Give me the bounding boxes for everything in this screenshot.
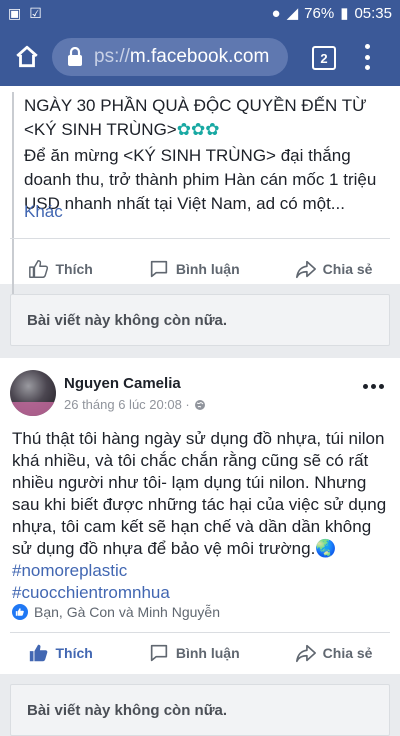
- battery-percent: 76%: [304, 4, 335, 22]
- share-icon: [295, 260, 316, 279]
- post-actions: Thích Bình luận Chia sẻ: [0, 244, 400, 294]
- overflow-menu-icon[interactable]: [364, 44, 370, 70]
- share-button[interactable]: Chia sẻ: [295, 258, 373, 280]
- avatar[interactable]: [10, 370, 56, 416]
- author-name[interactable]: Nguyen Camelia: [64, 375, 181, 392]
- post-meta: 26 tháng 6 lúc 20:08 ·: [64, 397, 206, 412]
- share-label: Chia sẻ: [322, 645, 373, 661]
- url-text[interactable]: ps://m.facebook.com: [94, 46, 269, 68]
- like-button[interactable]: Thích: [28, 642, 93, 664]
- like-label: Thích: [55, 261, 93, 277]
- comment-button[interactable]: Bình luận: [148, 258, 240, 280]
- like-reaction-icon: [12, 604, 28, 620]
- shared-post-text: Để ăn mừng <KÝ SINH TRÙNG> đại thắng doa…: [24, 146, 377, 213]
- browser-toolbar: ps://m.facebook.com 2: [0, 28, 400, 86]
- unavailable-post-notice: Bài viết này không còn nữa.: [10, 294, 390, 346]
- image-icon: ▣: [8, 5, 22, 21]
- share-icon: [295, 644, 316, 663]
- status-right: ● ◢ 76% ▮ 05:35: [271, 4, 392, 23]
- home-icon[interactable]: [14, 44, 40, 70]
- tab-switcher-button[interactable]: 2: [312, 46, 336, 70]
- like-button[interactable]: Thích: [28, 258, 93, 280]
- post-card: Nguyen Camelia 26 tháng 6 lúc 20:08 · Th…: [0, 358, 400, 674]
- share-label: Chia sẻ: [322, 261, 373, 277]
- lock-icon: [68, 47, 82, 66]
- comment-icon: [150, 260, 168, 278]
- post-time[interactable]: 26 tháng 6 lúc 20:08 ·: [64, 397, 190, 412]
- divider: [10, 238, 390, 239]
- post-text: Thú thật tôi hàng ngày sử dụng đồ nhựa, …: [12, 429, 387, 602]
- checklist-icon: ☑: [29, 5, 42, 21]
- globe-icon: [194, 399, 205, 410]
- reactions-summary[interactable]: Bạn, Gà Con và Minh Nguyễn: [12, 604, 220, 620]
- post-options-icon[interactable]: [363, 384, 384, 389]
- comment-label: Bình luận: [175, 645, 240, 661]
- hashtag-link[interactable]: #nomoreplastic: [12, 561, 127, 580]
- address-bar[interactable]: ps://m.facebook.com: [52, 38, 288, 76]
- signal-icon: ◢: [286, 5, 299, 22]
- shared-post-title: NGÀY 30 PHẦN QUÀ ĐỘC QUYỀN ĐẾN TỪ <KÝ SI…: [24, 96, 367, 139]
- like-label: Thích: [55, 645, 93, 661]
- wifi-icon: ●: [271, 4, 281, 22]
- see-more-link[interactable]: Khác: [24, 202, 63, 222]
- notification-icons: ▣ ☑: [8, 5, 42, 22]
- parasite-emoji-icon: ✿✿✿: [176, 120, 220, 139]
- unavailable-post-notice: Bài viết này không còn nữa.: [10, 684, 390, 736]
- post-actions: Thích Bình luận Chia sẻ: [0, 628, 400, 678]
- thumbs-up-icon: [28, 260, 48, 278]
- battery-icon: ▮: [340, 5, 349, 22]
- comment-button[interactable]: Bình luận: [148, 642, 240, 664]
- comment-label: Bình luận: [175, 261, 240, 277]
- url-prefix: ps://: [94, 46, 130, 67]
- comment-icon: [150, 644, 168, 662]
- share-button[interactable]: Chia sẻ: [295, 642, 373, 664]
- shared-post-card: NGÀY 30 PHẦN QUÀ ĐỘC QUYỀN ĐẾN TỪ <KÝ SI…: [0, 86, 400, 310]
- clock: 05:35: [354, 4, 392, 22]
- thumbs-up-icon: [29, 644, 47, 662]
- reactions-text: Bạn, Gà Con và Minh Nguyễn: [34, 604, 220, 620]
- url-host: m.facebook.com: [129, 46, 270, 67]
- hashtag-link[interactable]: #cuocchientromnhua: [12, 583, 170, 602]
- status-bar: ▣ ☑ ● ◢ 76% ▮ 05:35: [0, 0, 400, 28]
